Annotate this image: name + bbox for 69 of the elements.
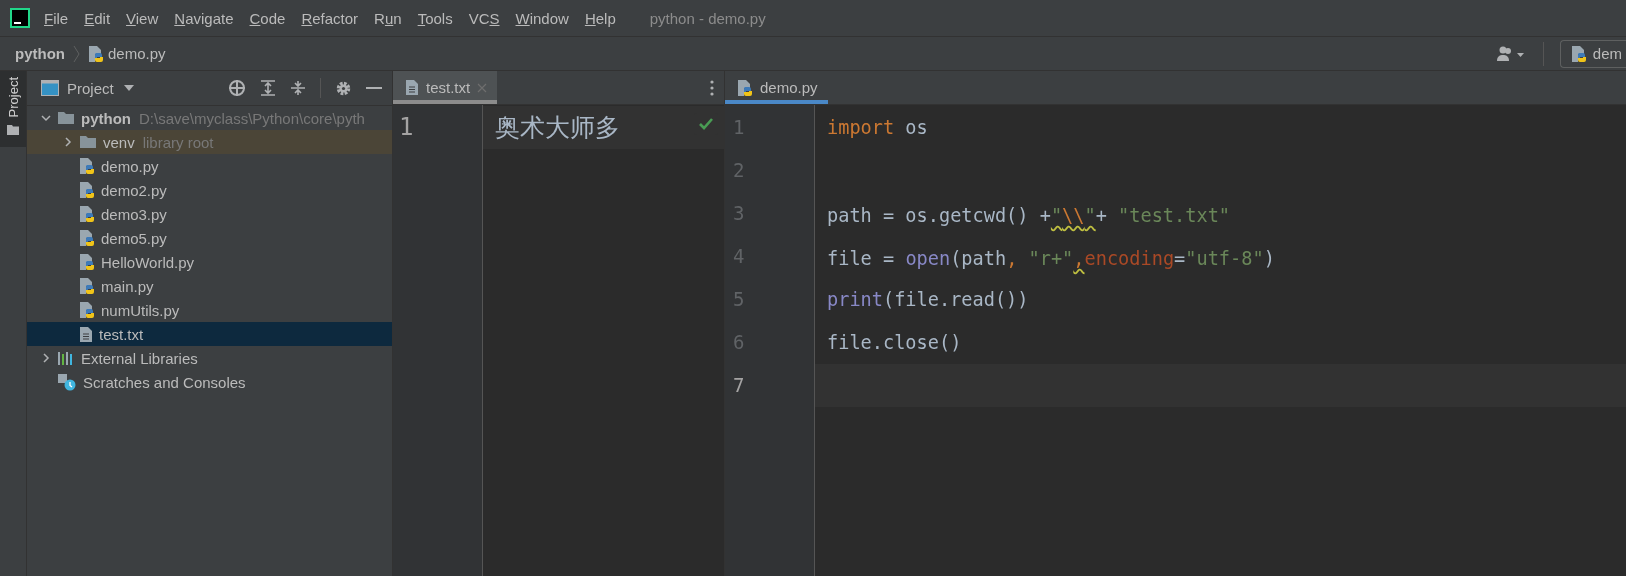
menu-item[interactable]: Window	[515, 9, 569, 27]
scratches-icon	[57, 373, 77, 391]
panel-title[interactable]: Project	[67, 79, 114, 97]
python-file-icon	[88, 44, 104, 63]
folder-icon	[7, 125, 19, 136]
project-stripe-tab[interactable]: Project	[0, 71, 26, 147]
chevron-icon	[73, 44, 80, 63]
menu-item[interactable]: Help	[584, 9, 616, 27]
menu-item[interactable]: Navigate	[174, 9, 234, 27]
settings-icon[interactable]	[335, 79, 352, 97]
editor-tab[interactable]: test.txt	[393, 71, 498, 104]
caret-icon[interactable]	[123, 85, 134, 91]
python-file-icon	[737, 78, 753, 97]
tree-item[interactable]: External Libraries	[27, 346, 392, 370]
menu-item[interactable]: Code	[249, 9, 286, 27]
python-file-icon	[79, 157, 95, 175]
tree-item[interactable]: venv library root	[27, 130, 392, 154]
chevron-down-icon[interactable]	[41, 113, 51, 123]
expand-all-icon[interactable]	[260, 80, 276, 96]
chevron-right-icon[interactable]	[63, 137, 73, 147]
python-file-icon	[79, 181, 95, 199]
line-number: 7	[732, 373, 746, 398]
run-configuration[interactable]: dem	[1559, 39, 1626, 68]
text-line: 奥术大师多	[495, 112, 620, 144]
text-file-icon	[79, 325, 93, 343]
python-file-icon	[79, 229, 95, 247]
app-logo-icon[interactable]	[10, 8, 30, 28]
folder-icon	[79, 135, 97, 149]
tree-item[interactable]: main.py	[27, 274, 392, 298]
collapse-all-icon[interactable]	[290, 80, 306, 96]
more-icon[interactable]	[710, 79, 714, 96]
python-file-icon	[79, 253, 95, 271]
text-file-icon	[405, 79, 419, 96]
menu-item[interactable]: View	[126, 9, 159, 27]
library-icon	[57, 351, 75, 365]
code-line: import os	[827, 117, 928, 138]
python-file-icon	[79, 277, 95, 295]
code-line: print(file.read())	[827, 289, 1029, 310]
menu-item[interactable]: File	[44, 9, 69, 27]
tree-item[interactable]: test.txt	[27, 322, 392, 346]
menu-item[interactable]: Edit	[84, 9, 111, 27]
code-line: file = open(path, "r+",encoding="utf-8")	[827, 247, 1275, 269]
chevron-right-icon[interactable]	[41, 353, 51, 363]
python-file-icon	[1570, 44, 1587, 63]
breadcrumb[interactable]: python	[15, 45, 65, 62]
window-title: python - demo.py	[649, 9, 766, 27]
tree-item[interactable]: python D:\save\myclass\Python\core\pyth	[27, 106, 392, 130]
locate-icon[interactable]	[228, 79, 246, 97]
tree-item[interactable]: demo5.py	[27, 226, 392, 250]
tree-item[interactable]: numUtils.py	[27, 298, 392, 322]
menu-item[interactable]: Run	[374, 9, 402, 27]
code-line: path = os.getcwd() +"\\"+ "test.txt"	[827, 204, 1231, 226]
tree-item[interactable]: demo2.py	[27, 178, 392, 202]
menu-item[interactable]: Tools	[417, 9, 453, 27]
window-icon	[41, 80, 59, 96]
tree-item[interactable]: Scratches and Consoles	[27, 370, 392, 394]
menu-item[interactable]: Refactor	[301, 9, 359, 27]
tree-item[interactable]: demo.py	[27, 154, 392, 178]
code-line: file.close()	[827, 332, 962, 353]
tree-item[interactable]: HelloWorld.py	[27, 250, 392, 274]
python-file-icon	[79, 301, 95, 319]
python-file-icon	[79, 205, 95, 223]
breadcrumb[interactable]: demo.py	[108, 45, 166, 62]
folder-icon	[57, 111, 75, 125]
minimize-icon[interactable]	[366, 86, 382, 90]
user-dropdown-icon[interactable]	[1496, 45, 1525, 62]
tree-item[interactable]: demo3.py	[27, 202, 392, 226]
line-number: 1	[398, 112, 415, 143]
menu-item[interactable]: VCS	[468, 9, 500, 27]
